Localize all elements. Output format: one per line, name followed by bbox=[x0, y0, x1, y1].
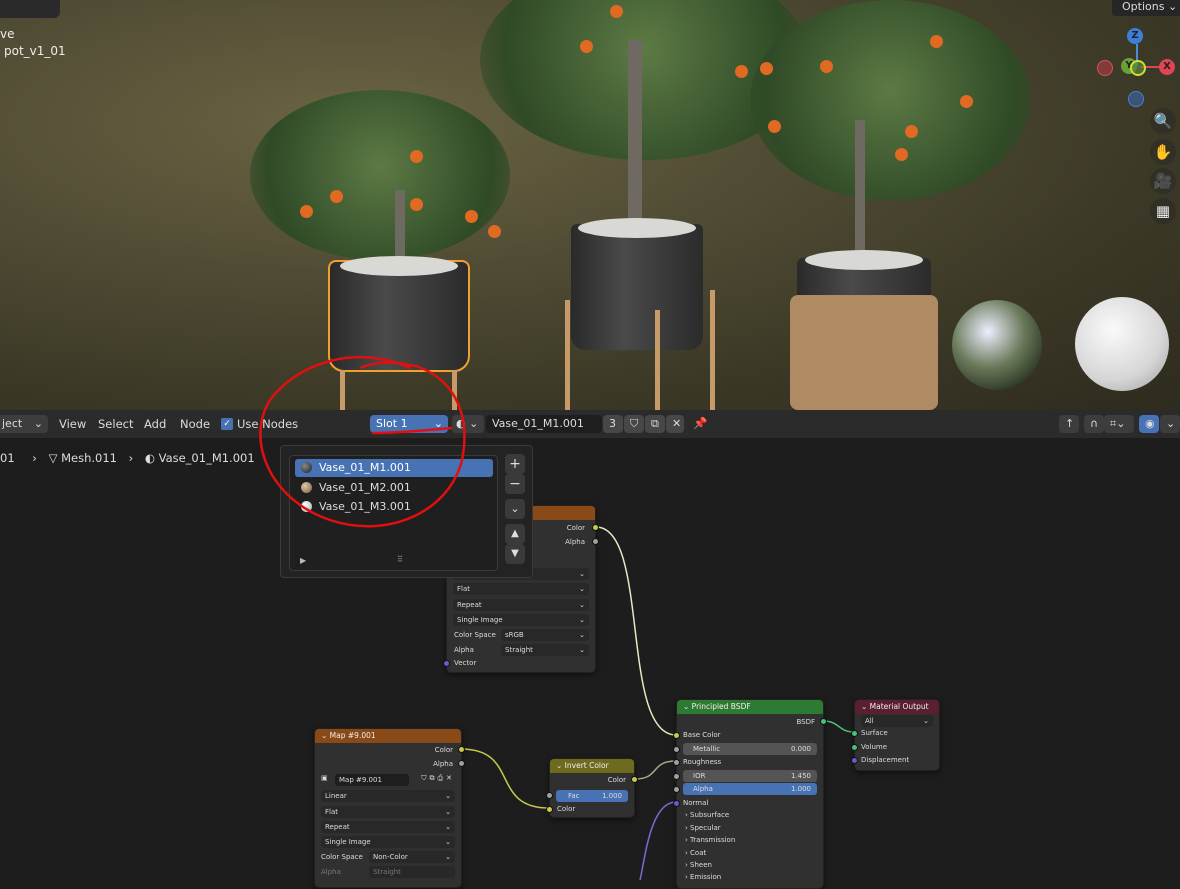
vector-label: Vector bbox=[454, 659, 477, 667]
surface-label: Surface bbox=[861, 729, 888, 737]
volume-socket[interactable] bbox=[851, 744, 858, 751]
material-preview-icon bbox=[301, 501, 312, 512]
ior-field[interactable]: IOR 1.450 bbox=[683, 770, 817, 782]
extension-dropdown[interactable]: Repeat ⌄ bbox=[321, 821, 455, 833]
link-tex-color-to-base-color bbox=[595, 526, 677, 736]
target-dropdown[interactable]: All ⌄ bbox=[861, 715, 933, 727]
source-dropdown[interactable]: Single Image ⌄ bbox=[321, 836, 455, 848]
bsdf-output-socket[interactable] bbox=[820, 718, 827, 725]
output-alpha-label: Alpha bbox=[565, 538, 585, 546]
alpha-label: Alpha bbox=[321, 868, 341, 876]
output-color-label: Color bbox=[607, 776, 626, 784]
normal-label: Normal bbox=[683, 799, 709, 807]
panel-coat[interactable]: › Coat bbox=[685, 849, 706, 857]
material-slot-list: Vase_01_M1.001 Vase_01_M2.001 Vase_01_M3… bbox=[289, 455, 498, 571]
image-name-field[interactable]: Map #9.001 bbox=[335, 774, 409, 786]
roughness-label: Roughness bbox=[683, 758, 722, 766]
displacement-socket[interactable] bbox=[851, 757, 858, 764]
roughness-socket[interactable] bbox=[673, 759, 680, 766]
output-alpha-socket[interactable] bbox=[592, 538, 599, 545]
metallic-field[interactable]: Metallic 0.000 bbox=[683, 743, 817, 755]
image-actions[interactable]: ⛉⧉⎙✕ bbox=[421, 774, 455, 783]
extension-dropdown[interactable]: Repeat ⌄ bbox=[453, 599, 589, 611]
interpolation-dropdown[interactable]: Linear ⌄ bbox=[321, 790, 455, 802]
panel-subsurface[interactable]: › Subsurface bbox=[685, 811, 729, 819]
panel-transmission[interactable]: › Transmission bbox=[685, 836, 735, 844]
projection-dropdown[interactable]: Flat ⌄ bbox=[321, 806, 455, 818]
node-header[interactable]: ⌄ Map #9.001 bbox=[315, 729, 461, 743]
displacement-label: Displacement bbox=[861, 756, 910, 764]
output-alpha-socket[interactable] bbox=[458, 760, 465, 767]
principled-bsdf-node[interactable]: ⌄ Principled BSDF BSDF Base Color Metall… bbox=[673, 699, 827, 889]
alpha-socket[interactable] bbox=[673, 786, 680, 793]
link-normal bbox=[639, 801, 677, 880]
panel-specular[interactable]: › Specular bbox=[685, 824, 721, 832]
output-color-socket[interactable] bbox=[458, 746, 465, 753]
link-map-to-invert bbox=[460, 748, 550, 809]
alpha-label: Alpha bbox=[454, 646, 474, 654]
material-preview-icon bbox=[301, 482, 312, 493]
material-output-node[interactable]: ⌄ Material Output All ⌄ Surface Volume Di… bbox=[851, 699, 940, 771]
map-image-texture-node[interactable]: ⌄ Map #9.001 Color Alpha Map #9.001 ▣ ⛉⧉… bbox=[314, 728, 465, 888]
invert-color-node[interactable]: ⌄ Invert Color Color Fac 1.000 Color bbox=[546, 758, 638, 818]
vector-socket[interactable] bbox=[443, 660, 450, 667]
metallic-socket[interactable] bbox=[673, 746, 680, 753]
input-color-socket[interactable] bbox=[546, 806, 553, 813]
slot-item[interactable]: Vase_01_M3.001 bbox=[295, 498, 493, 516]
source-dropdown[interactable]: Single Image ⌄ bbox=[453, 614, 589, 626]
slot-specials-button[interactable]: ⌄ bbox=[505, 499, 525, 519]
output-color-label: Color bbox=[434, 746, 453, 754]
alpha-field[interactable]: Alpha 1.000 bbox=[683, 783, 817, 795]
color-space-label: Color Space bbox=[321, 853, 363, 861]
move-slot-up-button[interactable]: ▲ bbox=[505, 524, 525, 544]
color-space-dropdown[interactable]: sRGB ⌄ bbox=[501, 629, 589, 641]
output-color-label: Color bbox=[566, 524, 585, 532]
bsdf-output-label: BSDF bbox=[796, 718, 815, 726]
add-slot-button[interactable]: + bbox=[505, 454, 525, 474]
node-header[interactable]: ⌄ Material Output bbox=[855, 700, 939, 714]
link-bsdf-to-surface bbox=[822, 720, 855, 733]
alpha-dropdown[interactable]: Straight ⌄ bbox=[501, 644, 589, 656]
alpha-dropdown[interactable]: Straight bbox=[369, 866, 455, 878]
material-preview-icon bbox=[301, 462, 312, 473]
slot-item[interactable]: Vase_01_M2.001 bbox=[295, 479, 493, 497]
remove-slot-button[interactable]: − bbox=[505, 474, 525, 494]
node-links bbox=[460, 526, 855, 880]
output-color-socket[interactable] bbox=[592, 524, 599, 531]
ior-socket[interactable] bbox=[673, 773, 680, 780]
normal-socket[interactable] bbox=[673, 800, 680, 807]
projection-dropdown[interactable]: Flat ⌄ bbox=[453, 583, 589, 595]
node-header[interactable]: ⌄ Principled BSDF bbox=[677, 700, 823, 714]
material-slots-popup: Vase_01_M1.001 Vase_01_M2.001 Vase_01_M3… bbox=[280, 445, 533, 578]
surface-socket[interactable] bbox=[851, 730, 858, 737]
move-slot-down-button[interactable]: ▼ bbox=[505, 544, 525, 564]
slot-item[interactable]: Vase_01_M1.001 bbox=[295, 459, 493, 477]
filter-expand-icon[interactable]: ▶ bbox=[300, 556, 306, 565]
base-color-label: Base Color bbox=[683, 731, 721, 739]
fac-socket[interactable] bbox=[546, 792, 553, 799]
fac-field[interactable]: Fac 1.000 bbox=[556, 790, 628, 802]
base-color-socket[interactable] bbox=[673, 732, 680, 739]
color-space-dropdown[interactable]: Non-Color ⌄ bbox=[369, 851, 455, 863]
node-header[interactable]: ⌄ Invert Color bbox=[550, 759, 634, 773]
output-alpha-label: Alpha bbox=[433, 760, 453, 768]
image-browse-icon[interactable]: ▣ bbox=[321, 774, 328, 782]
panel-sheen[interactable]: › Sheen bbox=[685, 861, 712, 869]
color-space-label: Color Space bbox=[454, 631, 496, 639]
output-color-socket[interactable] bbox=[631, 776, 638, 783]
volume-label: Volume bbox=[861, 743, 888, 751]
link-invert-to-roughness bbox=[634, 760, 677, 780]
input-color-label: Color bbox=[557, 805, 576, 813]
resize-grip-icon[interactable]: ⠿ bbox=[397, 555, 403, 564]
